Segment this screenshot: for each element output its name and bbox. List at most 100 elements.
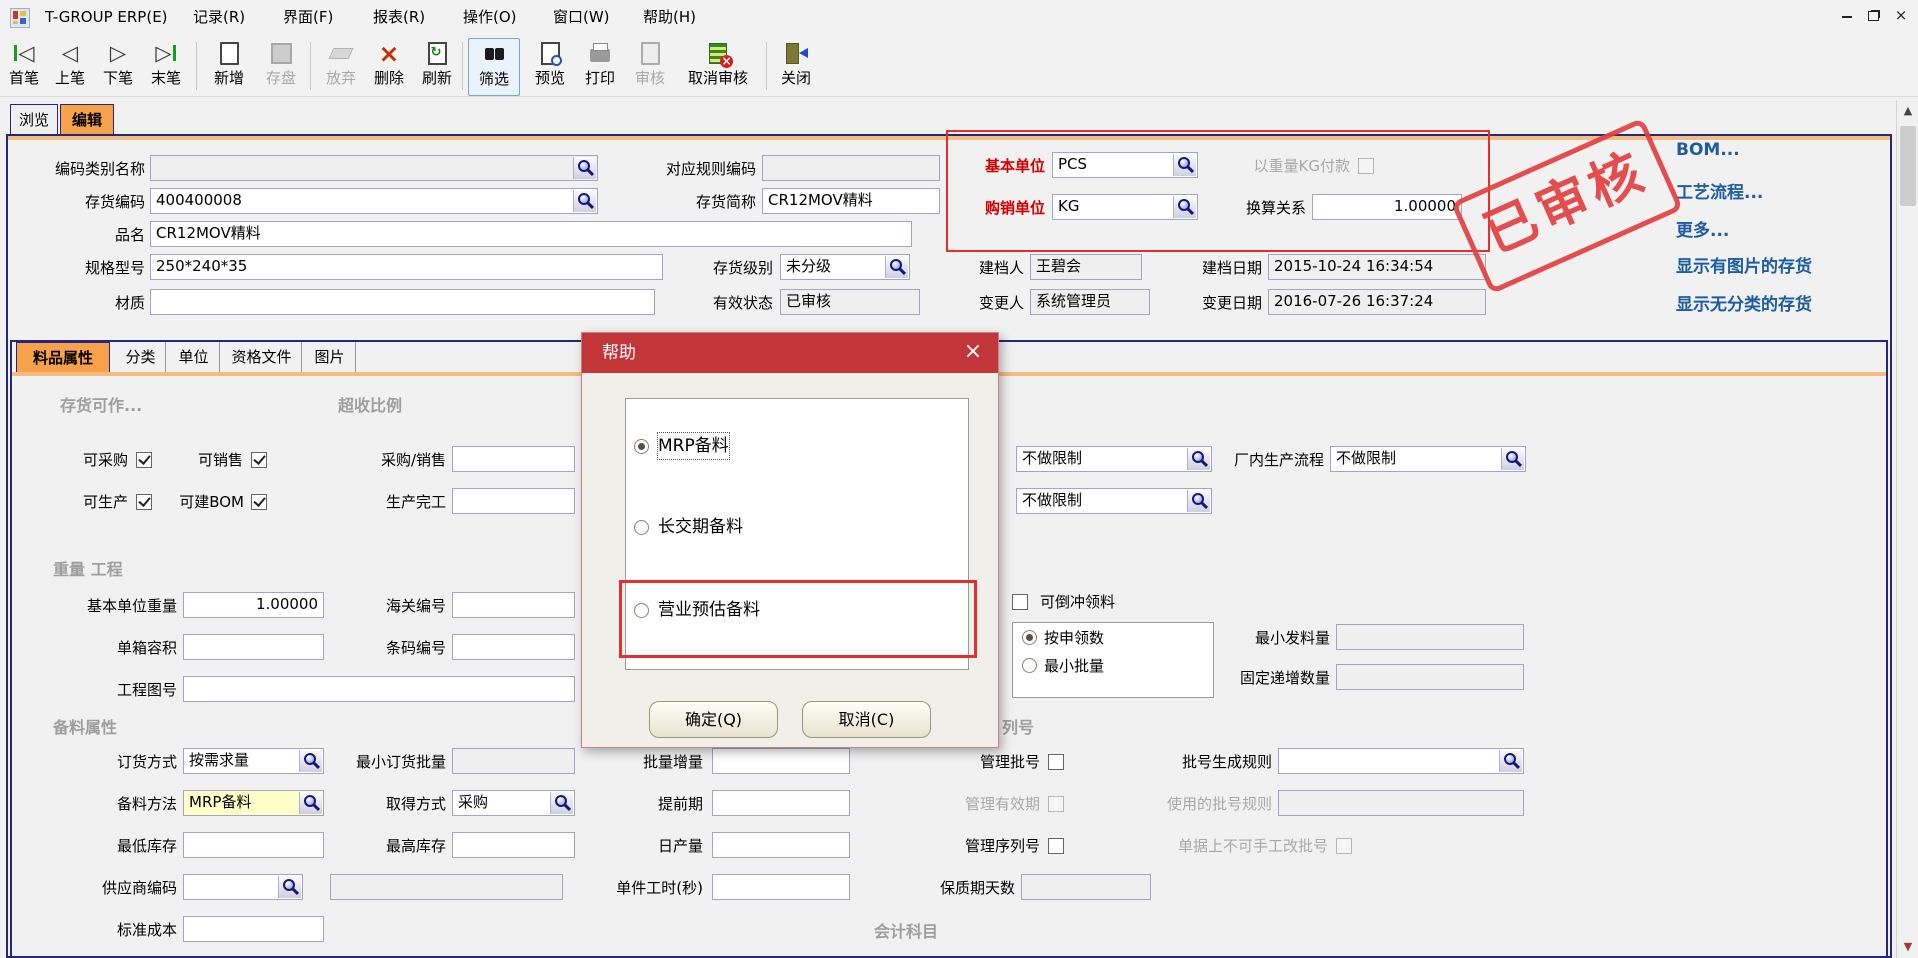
item-code-field[interactable]: 400400008 [150,188,598,214]
prod-finish-field[interactable] [452,488,575,514]
dialog-cancel-button[interactable]: 取消(C) [802,701,931,738]
menu-interface[interactable]: 界面(F) [283,5,333,29]
link-show-unclassified-items[interactable]: 显示无分类的存货 [1676,290,1812,315]
toolbar-close-button[interactable]: 关闭 [772,38,820,94]
item-name-field[interactable]: CR12MOV精料 [150,221,912,247]
prep-method-field[interactable]: MRP备料 [183,790,324,816]
link-bom[interactable]: BOM... [1676,140,1740,160]
item-abbr-field[interactable]: CR12MOV精料 [762,188,940,214]
lookup-icon[interactable] [1501,448,1524,470]
link-process-flow[interactable]: 工艺流程... [1676,178,1763,203]
help-dialog-titlebar[interactable]: 帮助 [582,333,998,373]
menu-window[interactable]: 窗口(W) [553,5,610,29]
scroll-up-icon[interactable]: ▲ [1897,100,1918,122]
tab-classification[interactable]: 分类 [116,342,166,372]
lookup-icon[interactable] [573,157,596,179]
level-field[interactable]: 未分级 [780,254,910,280]
toolbar-new-button[interactable]: 新增 [206,38,252,94]
restore-button[interactable] [1862,6,1884,26]
restriction2-field[interactable]: 不做限制 [1016,488,1212,514]
link-show-items-with-images[interactable]: 显示有图片的存货 [1676,252,1812,277]
lookup-icon[interactable] [550,792,573,814]
producible-checkbox[interactable] [136,494,152,510]
order-mode-field[interactable]: 按需求量 [183,748,324,774]
lead-time-field[interactable] [712,790,850,816]
acquire-mode-field[interactable]: 采购 [452,790,575,816]
batch-increment-field[interactable] [712,748,850,774]
sellable-checkbox[interactable] [251,452,267,468]
supplier-code-field[interactable] [183,874,303,900]
base-unit-field[interactable]: PCS [1052,152,1198,178]
dialog-ok-button[interactable]: 确定(Q) [649,701,778,738]
conversion-field[interactable]: 1.00000 [1312,194,1462,220]
restriction1-field[interactable]: 不做限制 [1016,446,1212,472]
tab-item-attributes[interactable]: 料品属性 [16,342,110,372]
lookup-icon[interactable] [1173,196,1196,218]
std-cost-field[interactable] [183,916,324,942]
lookup-icon[interactable] [1187,490,1210,512]
trade-unit-field[interactable]: KG [1052,194,1198,220]
by-request-radio[interactable] [1022,630,1037,645]
lookup-icon[interactable] [1173,154,1196,176]
min-stock-field[interactable] [183,832,324,858]
purchasable-checkbox[interactable] [136,452,152,468]
toolbar-print-button[interactable]: 打印 [576,38,624,94]
lookup-icon[interactable] [885,256,908,278]
toolbar-previous-record-button[interactable]: ◁ 上笔 [48,38,92,94]
purchase-sale-field[interactable] [452,446,575,472]
menu-help[interactable]: 帮助(H) [643,5,696,29]
daily-output-field[interactable] [712,832,850,858]
drawing-no-field[interactable] [183,676,575,702]
vertical-scrollbar[interactable]: ▲ ▼ [1896,100,1918,958]
factory-flow-field[interactable]: 不做限制 [1330,446,1526,472]
batch-rule-field[interactable] [1278,748,1524,774]
lookup-icon[interactable] [1187,448,1210,470]
manage-batch-checkbox[interactable] [1048,754,1064,770]
lookup-icon[interactable] [299,750,322,772]
tab-images[interactable]: 图片 [304,342,356,372]
lookup-icon[interactable] [1499,750,1522,772]
barcode-field[interactable] [452,634,575,660]
material-field[interactable] [150,289,655,315]
tab-units[interactable]: 单位 [168,342,220,372]
tab-browse[interactable]: 浏览 [10,104,58,134]
close-window-button[interactable]: × [1890,6,1912,26]
rule-code-field[interactable] [762,155,940,181]
toolbar-delete-button[interactable]: × 删除 [366,38,412,94]
bomable-checkbox[interactable] [251,494,267,510]
scrollbar-thumb[interactable] [1900,126,1916,206]
max-stock-field[interactable] [452,832,575,858]
dialog-close-icon[interactable]: × [958,333,988,373]
link-more[interactable]: 更多... [1676,216,1729,241]
toolbar-filter-button[interactable]: 筛选 [468,38,520,96]
menu-report[interactable]: 报表(R) [373,5,425,29]
scroll-down-icon[interactable]: ▼ [1897,936,1918,958]
option-mrp-label[interactable]: MRP备料 [658,433,729,459]
spec-field[interactable]: 250*240*35 [150,254,663,280]
toolbar-first-record-button[interactable]: ◁ 首笔 [2,38,46,94]
lookup-icon[interactable] [278,876,301,898]
customs-code-field[interactable] [452,592,575,618]
unit-hours-field[interactable] [712,874,850,900]
toolbar-preview-button[interactable]: 预览 [526,38,574,94]
lookup-icon[interactable] [573,190,596,212]
code-category-field[interactable] [150,155,598,181]
box-volume-field[interactable] [183,634,324,660]
tab-qualification-files[interactable]: 资格文件 [222,342,302,372]
min-batch-radio[interactable] [1022,658,1037,673]
menu-record[interactable]: 记录(R) [193,5,245,29]
toolbar-cancel-audit-button[interactable]: 取消审核 [676,38,760,94]
tab-edit[interactable]: 编辑 [60,104,114,134]
menu-tgroup-erp[interactable]: T-GROUP ERP(E) [45,5,168,29]
option-long-leadtime-radio[interactable] [634,520,649,535]
menu-operation[interactable]: 操作(O) [463,5,517,29]
base-weight-field[interactable]: 1.00000 [183,592,324,618]
toolbar-last-record-button[interactable]: ▷ 末笔 [144,38,188,94]
option-long-leadtime-label[interactable]: 长交期备料 [658,514,743,540]
toolbar-refresh-button[interactable]: 刷新 [414,38,460,94]
manage-serial-checkbox[interactable] [1048,838,1064,854]
option-mrp-radio[interactable] [634,439,649,454]
minimize-button[interactable] [1836,6,1858,26]
lookup-icon[interactable] [299,792,322,814]
toolbar-next-record-button[interactable]: ▷ 下笔 [96,38,140,94]
